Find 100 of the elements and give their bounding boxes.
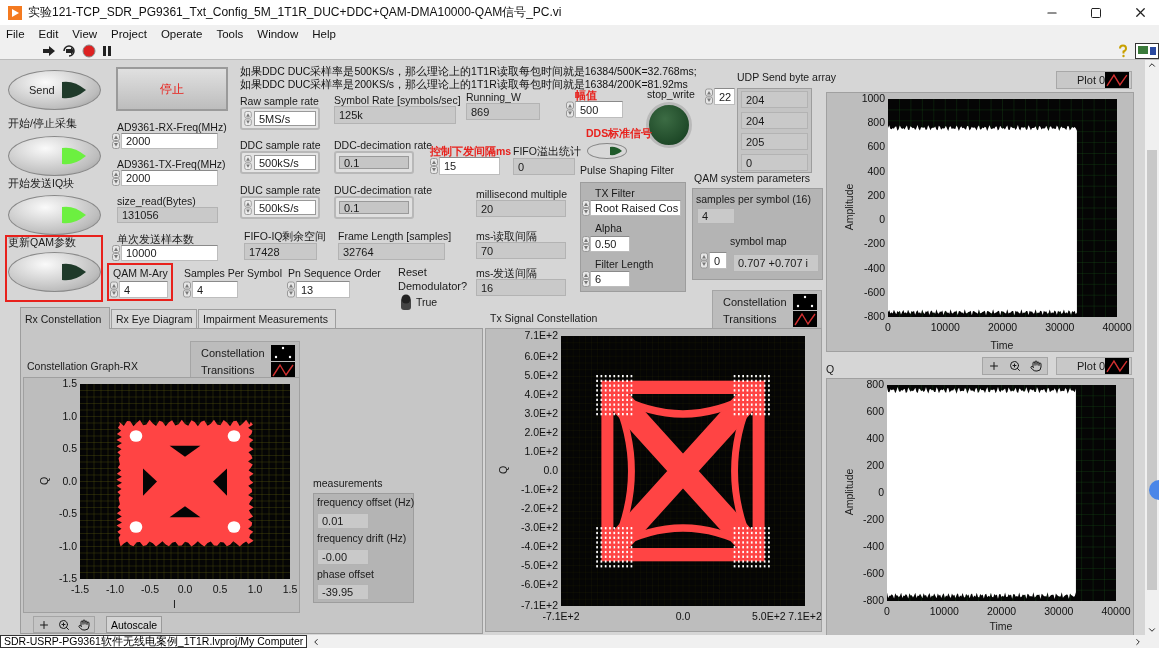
tab[interactable]: Rx Constellation [20, 307, 110, 329]
toggle-button[interactable]: Send [8, 70, 101, 110]
constellation-point [129, 521, 143, 533]
menu-item[interactable]: Tools [216, 27, 244, 40]
field-label: symbol map [730, 236, 787, 247]
axis-tick-label: 7.1E+2 [523, 329, 558, 341]
array-element: 205 [741, 133, 808, 150]
axis-tick-label: 10000 [928, 605, 960, 617]
pause-icon[interactable] [102, 44, 112, 57]
increment-arrows[interactable] [582, 236, 590, 252]
numeric-field[interactable]: 15 [439, 157, 500, 175]
toggle-switch[interactable] [399, 294, 413, 312]
zoom-icon[interactable] [1009, 360, 1021, 372]
numeric-field[interactable]: 500 [575, 101, 623, 118]
help-icon[interactable] [1117, 43, 1129, 58]
array-index-field[interactable]: 0 [709, 252, 727, 269]
increment-arrows[interactable] [244, 111, 252, 126]
menu-item[interactable]: Window [257, 27, 299, 40]
field-label: TX Filter [595, 188, 635, 199]
run-arrow-icon[interactable] [42, 44, 56, 57]
axis-tick-label: -2.0E+2 [519, 502, 558, 514]
numeric-indicator: 17428 [244, 243, 317, 260]
input-field[interactable]: 0.50 [590, 236, 630, 252]
increment-arrows[interactable] [430, 157, 438, 175]
menu-item[interactable]: Project [111, 27, 147, 40]
run-continuously-icon[interactable] [62, 44, 76, 57]
numeric-indicator: 869 [466, 103, 540, 120]
toggle-button[interactable] [587, 143, 627, 159]
increment-arrows[interactable] [582, 271, 590, 287]
axis-title: Time [990, 339, 1014, 351]
increment-arrows[interactable] [700, 252, 708, 269]
ring-selector[interactable]: 5MS/s [240, 107, 320, 130]
menu-item[interactable]: Operate [160, 27, 203, 40]
graph-label: Constellation Graph-RX [27, 361, 138, 372]
button-label: DDS标准信号 [586, 128, 653, 139]
numeric-field[interactable]: 2000 [121, 133, 218, 149]
scroll-down-icon[interactable] [1147, 625, 1157, 635]
crosshair-icon[interactable] [38, 618, 50, 631]
ring-selector[interactable]: 500kS/s [240, 196, 320, 219]
increment-arrows[interactable] [112, 245, 120, 261]
field-label: 单次发送样本数 [117, 234, 194, 245]
legend-points-icon [271, 344, 295, 361]
numeric-indicator: 0.01 [317, 513, 369, 529]
field-label: ms-发送间隔 [476, 268, 538, 279]
field-label: ms-读取间隔 [476, 231, 538, 242]
axis-tick-label: 0.5 [61, 442, 77, 454]
input-field[interactable]: 6 [590, 271, 630, 287]
axis-tick-label: -1.0 [57, 539, 77, 552]
axis-tick-label: -4.0E+2 [519, 540, 558, 553]
tab[interactable]: Impairment Measurements [198, 309, 336, 328]
increment-arrows[interactable] [244, 200, 252, 215]
legend-label: Plot 0 [1077, 74, 1106, 86]
numeric-field[interactable]: 10000 [121, 245, 218, 261]
increment-arrows[interactable] [244, 155, 252, 170]
ring-selector[interactable]: 500kS/s [240, 151, 320, 174]
zoom-icon[interactable] [58, 618, 70, 631]
axis-tick-label: 0.5 [211, 583, 229, 595]
note-text: 如果DDC DUC采样率是500KS/s，那么理论上的1T1R读取每包时间就是16384/500K=32.768ms; [240, 65, 697, 77]
numeric-indicator: 0 [513, 158, 575, 175]
vertical-scrollbar[interactable] [1145, 60, 1159, 635]
menu-item[interactable]: View [72, 27, 98, 40]
note-text: 如果DDC DUC采样率是200KS/s，那么理论上的1T1R读取每包时间就是16384/200K=81.92ms [240, 78, 688, 90]
axis-tick-label: 5.0E+2 [523, 368, 558, 381]
graph-label: Q [826, 364, 835, 375]
array-index-field[interactable]: 22 [714, 88, 735, 105]
numeric-indicator: 0.1 [334, 196, 414, 219]
increment-arrows[interactable] [183, 281, 191, 298]
hand-icon[interactable] [1030, 360, 1043, 372]
increment-arrows[interactable] [582, 200, 590, 216]
autoscale-button[interactable]: Autoscale [106, 616, 162, 633]
increment-arrows[interactable] [566, 101, 574, 118]
scroll-up-icon[interactable] [1147, 60, 1157, 70]
input-field[interactable]: Root Raised Cos [590, 200, 681, 216]
increment-arrows[interactable] [287, 281, 295, 298]
increment-arrows[interactable] [112, 133, 120, 149]
axis-tick-label: 4.0E+2 [523, 387, 558, 400]
numeric-field[interactable]: 4 [119, 281, 168, 298]
menu-item[interactable]: File [6, 27, 25, 40]
tab[interactable]: Rx Eye Diagram [111, 309, 197, 328]
scroll-right-icon[interactable] [1133, 636, 1143, 647]
abort-icon[interactable] [82, 43, 96, 58]
axis-tick-label: 0 [883, 605, 891, 617]
hand-icon[interactable] [78, 618, 90, 631]
crosshair-icon[interactable] [987, 360, 1000, 372]
field-label: QAM M-Ary [113, 268, 168, 279]
legend-line-icon [271, 361, 295, 378]
numeric-field[interactable]: 4 [192, 281, 238, 298]
increment-arrows[interactable] [705, 88, 713, 105]
numeric-field[interactable]: 2000 [121, 170, 218, 186]
cluster-label: Pulse Shaping Filter [580, 165, 674, 176]
menu-item[interactable]: Help [312, 27, 336, 40]
numeric-field[interactable]: 13 [296, 281, 350, 298]
increment-arrows[interactable] [110, 281, 118, 298]
toggle-button[interactable] [8, 252, 101, 292]
legend-label: Constellation [201, 346, 265, 359]
numeric-indicator: 0.1 [334, 151, 414, 174]
field-label: phase offset [317, 569, 375, 580]
menu-item[interactable]: Edit [38, 27, 59, 40]
increment-arrows[interactable] [112, 170, 120, 186]
axis-tick-label: 40000 [1101, 321, 1133, 333]
